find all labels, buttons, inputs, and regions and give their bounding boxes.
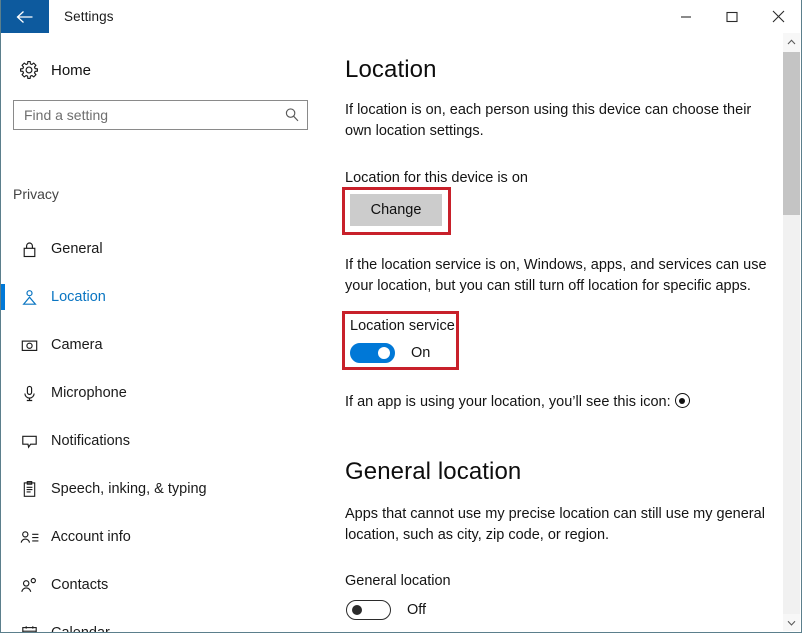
general-location-toggle-row: Off	[346, 600, 426, 620]
sidebar-item-label: Camera	[51, 337, 103, 353]
sidebar-item-label: Calendar	[51, 625, 110, 633]
title-bar: Settings	[1, 0, 801, 33]
location-icon-note: If an app is using your location, you’ll…	[345, 393, 690, 410]
page-title: Location	[345, 56, 437, 83]
lock-icon	[7, 240, 51, 259]
general-location-description: Apps that cannot use my precise location…	[345, 506, 765, 543]
calendar-icon	[7, 624, 51, 632]
minimize-icon	[681, 15, 691, 18]
clipboard-icon	[7, 480, 51, 499]
scroll-down-button[interactable]	[783, 614, 800, 631]
selection-accent	[1, 428, 5, 454]
sidebar-item-microphone[interactable]: Microphone	[1, 369, 321, 417]
sidebar-item-label: Account info	[51, 529, 131, 545]
sidebar-item-label: Speech, inking, & typing	[51, 481, 207, 497]
sidebar-nav-list: General Location Camera Microphone Notif…	[1, 225, 321, 633]
change-button[interactable]: Change	[350, 194, 442, 226]
device-status-text: Location for this device is on	[345, 170, 528, 186]
location-service-toggle-row: On	[350, 343, 430, 363]
bell-icon	[7, 432, 51, 451]
location-intro-text: If location is on, each person using thi…	[345, 102, 752, 139]
sidebar-item-label: Microphone	[51, 385, 127, 401]
microphone-icon	[7, 384, 51, 403]
scroll-up-button[interactable]	[783, 33, 800, 50]
sidebar-item-label: Contacts	[51, 577, 109, 593]
location-indicator-icon	[674, 393, 690, 408]
minimize-button[interactable]	[663, 0, 709, 33]
scrollbar-thumb[interactable]	[783, 52, 800, 215]
location-service-state: On	[411, 345, 431, 361]
close-icon	[772, 10, 784, 23]
chevron-down-icon	[787, 620, 796, 626]
sidebar-home-label: Home	[51, 61, 92, 79]
sidebar-item-camera[interactable]: Camera	[1, 321, 321, 369]
sidebar-item-label: General	[51, 241, 103, 257]
gear-icon	[7, 60, 51, 80]
sidebar-item-calendar[interactable]: Calendar	[1, 609, 321, 633]
location-service-label: Location service	[350, 318, 455, 334]
location-service-toggle[interactable]	[350, 343, 395, 363]
location-icon-note-text: If an app is using your location, you’ll…	[345, 394, 671, 410]
general-location-toggle[interactable]	[346, 600, 391, 620]
sidebar-item-general[interactable]: General	[1, 225, 321, 273]
selection-accent	[1, 620, 5, 632]
search-box[interactable]	[13, 100, 308, 130]
back-arrow-icon	[16, 10, 33, 23]
main-content: Location If location is on, each person …	[321, 33, 800, 632]
maximize-button[interactable]	[709, 0, 755, 33]
location-icon	[7, 288, 51, 307]
location-service-description: If the location service is on, Windows, …	[345, 257, 767, 294]
scrollbar-track[interactable]	[783, 215, 800, 614]
sidebar-item-notifications[interactable]: Notifications	[1, 417, 321, 465]
contacts-icon	[7, 576, 51, 595]
search-icon[interactable]	[277, 107, 307, 123]
selection-accent	[1, 572, 5, 598]
sidebar-item-speech-inking-typing[interactable]: Speech, inking, & typing	[1, 465, 321, 513]
search-input[interactable]	[14, 102, 277, 128]
window-controls	[663, 0, 801, 33]
camera-icon	[7, 336, 51, 355]
sidebar-category-label: Privacy	[13, 186, 59, 202]
back-button[interactable]	[1, 0, 49, 33]
sidebar-item-label: Location	[51, 289, 106, 305]
settings-window: Settings Home Find a setting Privacy Gen…	[0, 0, 802, 633]
selection-accent	[1, 476, 5, 502]
close-button[interactable]	[755, 0, 801, 33]
selection-accent	[1, 524, 5, 550]
selection-accent	[1, 380, 5, 406]
sidebar-item-home[interactable]: Home	[1, 53, 321, 87]
general-location-toggle-label: General location	[345, 573, 451, 589]
sidebar-item-label: Notifications	[51, 433, 130, 449]
general-location-heading: General location	[345, 458, 522, 485]
general-location-state: Off	[407, 602, 427, 618]
selection-accent	[1, 332, 5, 358]
selection-accent	[1, 236, 5, 262]
chevron-up-icon	[787, 38, 796, 44]
toggle-knob	[378, 347, 390, 359]
sidebar: Home Privacy	[1, 33, 321, 632]
window-title: Settings	[64, 9, 114, 24]
toggle-knob	[352, 605, 362, 615]
account-icon	[7, 528, 51, 547]
sidebar-item-account-info[interactable]: Account info	[1, 513, 321, 561]
maximize-icon	[726, 11, 738, 22]
sidebar-item-contacts[interactable]: Contacts	[1, 561, 321, 609]
selection-accent	[1, 284, 5, 310]
sidebar-item-location[interactable]: Location	[1, 273, 321, 321]
vertical-scrollbar[interactable]	[783, 33, 800, 631]
